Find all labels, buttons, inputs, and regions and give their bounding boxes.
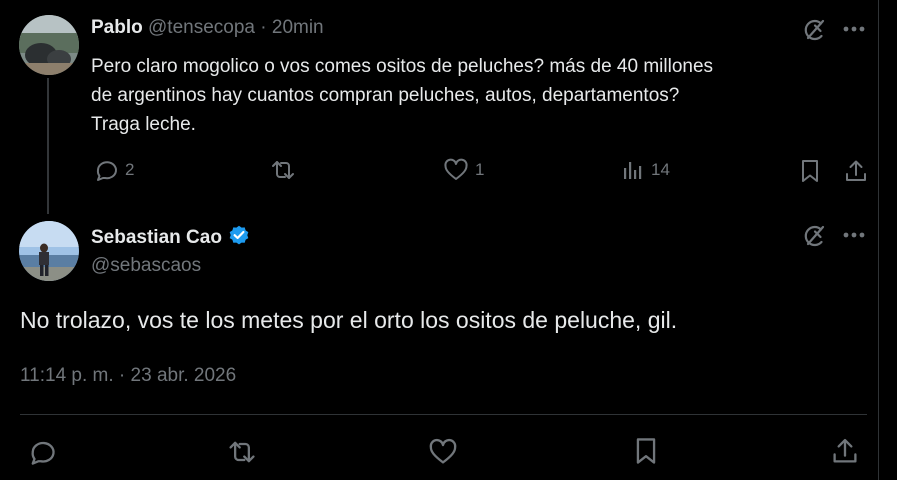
author-handle[interactable]: @tensecopa [148, 17, 255, 38]
share-icon[interactable] [831, 436, 859, 471]
author-name[interactable]: Sebastian Cao [91, 227, 222, 249]
retweet-icon [226, 441, 258, 470]
avatar-sebastian-cao[interactable] [19, 221, 79, 281]
views-count: 14 [651, 160, 670, 179]
retweet-button[interactable] [269, 158, 303, 182]
more-icon[interactable] [843, 232, 865, 238]
avatar-pablo[interactable] [19, 15, 79, 75]
grok-icon[interactable] [802, 223, 828, 249]
bookmark-icon[interactable] [632, 436, 660, 471]
retweet-icon [269, 158, 297, 182]
reply-tweet-text: Pero claro mogolico o vos comes ositos d… [91, 52, 851, 139]
tweet-timestamp[interactable]: 11:14 p. m. · 23 abr. 2026 [20, 365, 236, 387]
divider [20, 414, 867, 415]
heart-icon [443, 158, 469, 182]
main-tweet-text: No trolazo, vos te los metes por el orto… [20, 307, 678, 333]
like-count: 1 [475, 160, 485, 179]
reply-button[interactable]: 2 [93, 158, 134, 182]
reply-header: Pablo @tensecopa · 20min [91, 17, 324, 39]
views-icon [621, 158, 645, 182]
reply-icon [27, 441, 57, 470]
like-button[interactable] [428, 438, 458, 471]
reply-icon [93, 158, 119, 182]
heart-icon [428, 438, 458, 470]
author-handle[interactable]: @sebascaos [91, 255, 201, 277]
views-button[interactable]: 14 [621, 158, 670, 182]
header-separator: · [260, 17, 267, 38]
bookmark-icon[interactable] [798, 158, 822, 189]
grok-icon[interactable] [802, 17, 828, 43]
retweet-button[interactable] [226, 438, 258, 471]
main-author-row: Sebastian Cao [91, 224, 250, 252]
share-icon[interactable] [844, 158, 868, 189]
tweet-time[interactable]: 20min [272, 17, 324, 38]
like-button[interactable]: 1 [443, 158, 484, 182]
thread-connector-line [47, 78, 49, 214]
reply-button[interactable] [27, 438, 57, 471]
more-icon[interactable] [843, 26, 865, 32]
column-border [878, 0, 879, 480]
tweet-text-line: Pero claro mogolico o vos comes ositos d… [91, 56, 714, 77]
reply-count: 2 [125, 160, 135, 179]
tweet-text-line: Traga leche. [91, 114, 196, 135]
tweet-text-line: de argentinos hay cuantos compran peluch… [91, 85, 680, 106]
author-name[interactable]: Pablo [91, 17, 143, 38]
verified-badge-icon[interactable] [228, 224, 250, 252]
